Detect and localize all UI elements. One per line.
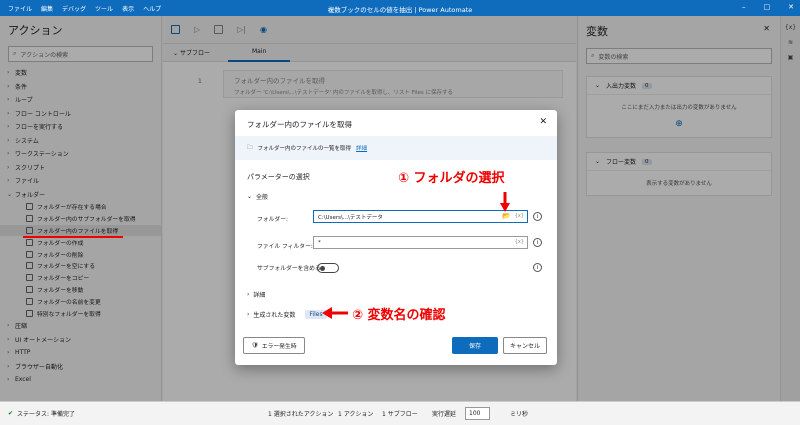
window-controls: – □ ✕	[742, 3, 794, 11]
highlight-underline	[23, 236, 123, 238]
delay-unit: ミリ秒	[510, 411, 529, 418]
annotation-arrow-left-icon	[322, 307, 348, 319]
status-icon: ✔	[8, 410, 14, 417]
title-bar: ファイル 編集 デバッグ ツール 表示 ヘルプ 複数ブックのセルの値を抽出 | Power…	[0, 0, 800, 16]
annotation-select-folder: ① フォルダの選択	[398, 171, 505, 186]
params-heading: パラメーターの選択	[247, 173, 310, 181]
minimize-button[interactable]: –	[742, 3, 746, 11]
details-link[interactable]: 詳細	[356, 144, 367, 152]
general-section-toggle[interactable]: ⌄ 全般	[247, 192, 268, 201]
folder-label: フォルダー:	[257, 217, 288, 223]
maximize-button[interactable]: □	[764, 3, 771, 11]
on-error-button[interactable]: 🛡 エラー発生時	[243, 337, 305, 354]
subfolder-label: サブフォルダーを含める:	[257, 266, 323, 272]
status-text: ステータス: 準備完了	[17, 411, 75, 418]
subflow-count: 1 サブフロー	[382, 411, 418, 418]
cancel-button[interactable]: キャンセル	[503, 337, 547, 354]
filter-label: ファイル フィルター:	[257, 244, 313, 250]
dialog-title: フォルダー内のファイルを取得	[247, 120, 352, 129]
status-bar: ✔ ステータス: 準備完了 1 選択されたアクション 1 アクション 1 サブフ…	[0, 401, 800, 425]
selected-count: 1 選択されたアクション	[268, 411, 334, 418]
shield-icon: 🛡	[251, 342, 259, 349]
details-section-toggle[interactable]: › 詳細	[247, 290, 265, 299]
action-count: 1 アクション	[338, 411, 374, 418]
dialog-info-bar: 🗀 フォルダー内のファイルの一覧を取得 詳細	[235, 136, 557, 160]
generated-variables-toggle[interactable]: › 生成された変数 Files	[247, 310, 327, 319]
folder-input[interactable]: C:\Users\...\テストデータ 📂 {x}	[313, 210, 528, 223]
variable-picker-icon[interactable]: {x}	[515, 239, 524, 245]
annotation-arrow-down-icon	[500, 192, 510, 212]
variable-picker-icon[interactable]: {x}	[515, 213, 524, 219]
close-button[interactable]: ✕	[788, 3, 794, 11]
chevron-right-icon: ›	[247, 291, 250, 298]
save-button[interactable]: 保存	[452, 337, 498, 354]
chevron-right-icon: ›	[247, 311, 250, 318]
close-icon[interactable]: ✕	[539, 117, 547, 127]
info-icon[interactable]: i	[533, 263, 542, 272]
folder-icon: 🗀	[247, 144, 253, 151]
info-icon[interactable]: i	[533, 238, 542, 247]
delay-input[interactable]: 100	[465, 407, 490, 420]
file-filter-input[interactable]: * {x}	[313, 236, 528, 249]
get-files-dialog: フォルダー内のファイルを取得 ✕ 🗀 フォルダー内のファイルの一覧を取得 詳細 …	[235, 110, 557, 365]
info-icon[interactable]: i	[533, 212, 542, 221]
chevron-down-icon: ⌄	[247, 193, 253, 200]
delay-label: 実行遅延	[432, 411, 457, 418]
window-title: 複数ブックのセルの値を抽出 | Power Automate	[327, 6, 473, 14]
annotation-check-variable: ② 変数名の確認	[352, 308, 446, 323]
include-subfolders-toggle[interactable]	[317, 263, 339, 273]
folder-browse-icon[interactable]: 📂	[502, 212, 511, 220]
